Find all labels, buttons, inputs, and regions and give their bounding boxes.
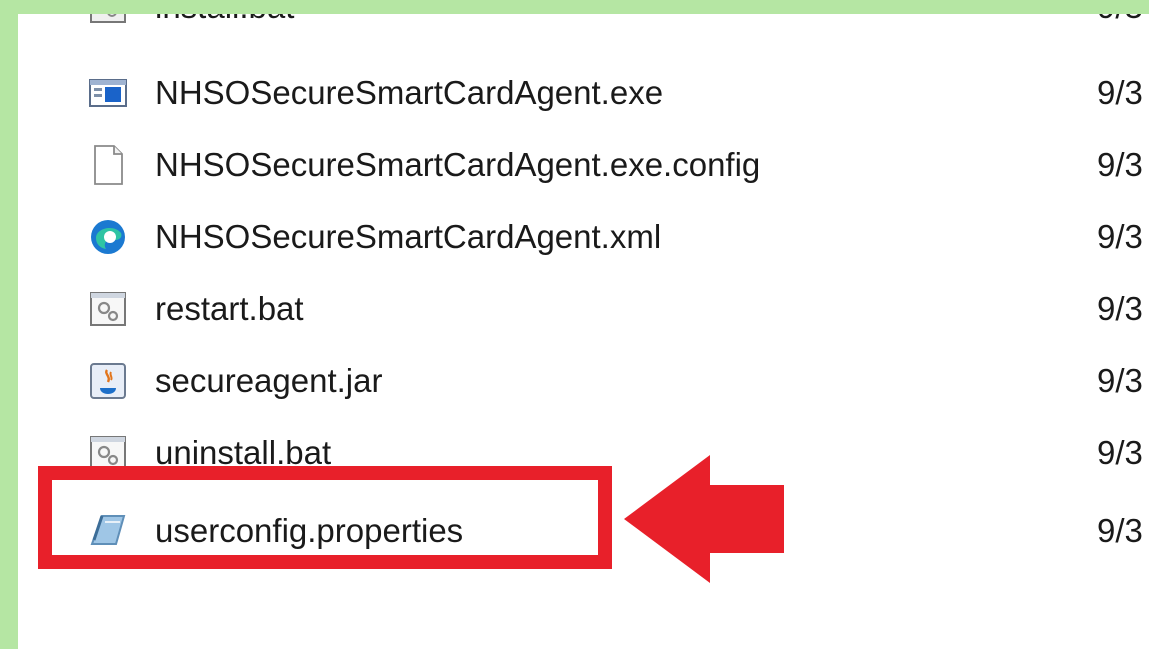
file-date: 9/3: [1097, 14, 1143, 30]
file-row-xml[interactable]: NHSOSecureSmartCardAgent.xml 9/3: [18, 204, 1149, 270]
file-date: 9/3: [1097, 434, 1143, 471]
batch-file-icon: [88, 14, 128, 28]
file-name: NHSOSecureSmartCardAgent.xml: [155, 218, 662, 255]
file-name: restart.bat: [155, 290, 304, 327]
file-name: install.bat: [155, 14, 294, 30]
file-row-install-bat[interactable]: install.bat 9/3: [18, 14, 1149, 40]
file-date: 9/3: [1097, 512, 1143, 549]
file-name: NHSOSecureSmartCardAgent.exe.config: [155, 146, 761, 183]
highlight-box: [38, 466, 612, 569]
red-arrow-icon: [624, 455, 784, 583]
file-name: NHSOSecureSmartCardAgent.exe: [155, 74, 664, 111]
file-row-jar[interactable]: secureagent.jar 9/3: [18, 348, 1149, 414]
file-row-exe[interactable]: NHSOSecureSmartCardAgent.exe 9/3: [18, 60, 1149, 126]
java-jar-icon: [88, 360, 128, 402]
application-exe-icon: [88, 72, 128, 114]
file-name: secureagent.jar: [155, 362, 383, 399]
batch-file-icon: [88, 288, 128, 330]
file-date: 9/3: [1097, 290, 1143, 327]
file-date: 9/3: [1097, 74, 1143, 111]
file-date: 9/3: [1097, 218, 1143, 255]
file-date: 9/3: [1097, 362, 1143, 399]
file-date: 9/3: [1097, 146, 1143, 183]
edge-browser-icon: [88, 216, 128, 258]
file-row-restart-bat[interactable]: restart.bat 9/3: [18, 276, 1149, 342]
file-row-exe-config[interactable]: NHSOSecureSmartCardAgent.exe.config 9/3: [18, 132, 1149, 198]
blank-file-icon: [88, 144, 128, 186]
